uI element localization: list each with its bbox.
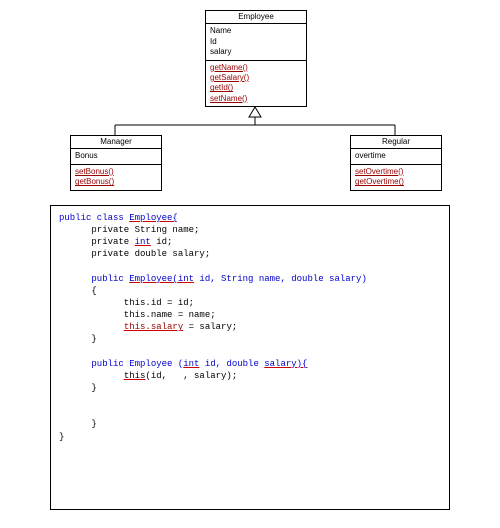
code-line: this.name = name; xyxy=(59,310,216,320)
code-line: } xyxy=(59,383,97,393)
code-token: id, String name, double salary) xyxy=(194,274,367,284)
class-employee: Employee Name Id salary getName() getSal… xyxy=(205,10,307,107)
method: getBonus() xyxy=(75,177,157,187)
code-token: Employee{ xyxy=(129,213,178,223)
code-token: public Employee ( xyxy=(59,359,183,369)
code-line: } xyxy=(59,334,97,344)
class-methods: getName() getSalary() getId() setName() xyxy=(206,61,306,107)
code-token: public xyxy=(59,274,129,284)
attr: Id xyxy=(210,37,302,47)
class-attrs: Name Id salary xyxy=(206,24,306,60)
code-line: this.id = id; xyxy=(59,298,194,308)
method: setName() xyxy=(210,94,302,104)
code-token: salary){ xyxy=(264,359,307,369)
code-token: public class xyxy=(59,213,129,223)
class-attrs: Bonus xyxy=(71,149,161,164)
method: getId() xyxy=(210,83,302,93)
code-token: private xyxy=(59,237,135,247)
code-token: Employee( xyxy=(129,274,178,284)
method: getName() xyxy=(210,63,302,73)
method: setOvertime() xyxy=(355,167,437,177)
attr: salary xyxy=(210,47,302,57)
code-line: { xyxy=(59,286,97,296)
code-token: id, double xyxy=(199,359,264,369)
attr: overtime xyxy=(355,151,437,161)
class-manager: Manager Bonus setBonus() getBonus() xyxy=(70,135,162,191)
class-methods: setOvertime() getOvertime() xyxy=(351,165,441,190)
class-title: Employee xyxy=(206,11,306,24)
uml-diagram: Employee Name Id salary getName() getSal… xyxy=(10,10,490,195)
code-token xyxy=(59,371,124,381)
code-token: int xyxy=(183,359,199,369)
code-line: } xyxy=(59,432,64,442)
method: setBonus() xyxy=(75,167,157,177)
code-token: this xyxy=(124,371,146,381)
code-token: = salary; xyxy=(183,322,237,332)
code-token: int xyxy=(135,237,151,247)
method: getSalary() xyxy=(210,73,302,83)
class-regular: Regular overtime setOvertime() getOverti… xyxy=(350,135,442,191)
class-title: Regular xyxy=(351,136,441,149)
class-methods: setBonus() getBonus() xyxy=(71,165,161,190)
attr: Name xyxy=(210,26,302,36)
method: getOvertime() xyxy=(355,177,437,187)
code-token: id; xyxy=(151,237,173,247)
code-token: this.salary xyxy=(124,322,183,332)
class-title: Manager xyxy=(71,136,161,149)
code-token xyxy=(59,322,124,332)
class-attrs: overtime xyxy=(351,149,441,164)
attr: Bonus xyxy=(75,151,157,161)
code-line: private double salary; xyxy=(59,249,210,259)
code-line: } xyxy=(59,419,97,429)
code-editor: public class Employee{ private String na… xyxy=(50,205,450,510)
code-token: int xyxy=(178,274,194,284)
code-token: (id, , salary); xyxy=(145,371,237,381)
code-line: private String name; xyxy=(59,225,199,235)
